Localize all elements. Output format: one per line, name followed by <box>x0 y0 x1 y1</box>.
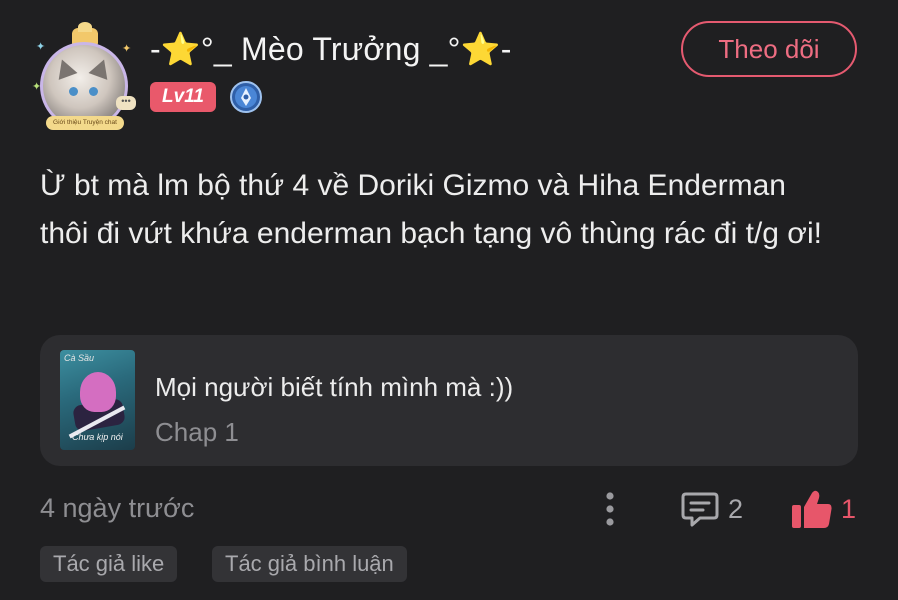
comment-icon[interactable] <box>680 490 720 528</box>
thumbnail-subtitle: Chưa kịp nói <box>72 432 123 442</box>
sparkle-icon: ✦ <box>36 41 46 53</box>
verified-badge-icon <box>230 81 262 113</box>
thumbs-up-icon[interactable] <box>790 488 834 530</box>
comment-text: Ừ bt mà lm bộ thứ 4 về Doriki Gizmo và H… <box>40 169 822 250</box>
chapter-subtitle: Chap 1 <box>155 417 239 447</box>
chapter-card[interactable]: Cà Sầu Chưa kịp nói Mọi người biết tính … <box>40 335 858 466</box>
reply-count: 2 <box>728 494 744 524</box>
level-badge: Lv11 <box>150 82 216 112</box>
like-count: 1 <box>841 494 857 524</box>
chat-bubble-icon: ••• <box>116 96 136 110</box>
username[interactable]: -⭐°_ Mèo Trưởng _°⭐- <box>150 30 512 68</box>
chapter-title: Mọi người biết tính mình mà :)) <box>155 372 514 402</box>
avatar-frame-label: Giới thiệu Truyện chat <box>46 116 124 130</box>
more-vertical-icon[interactable] <box>596 490 624 528</box>
thumbnail-title: Cà Sầu <box>64 353 95 363</box>
chapter-thumbnail: Cà Sầu Chưa kịp nói <box>60 350 135 450</box>
avatar[interactable]: ✦ ✦ ✦ ••• Giới thiệu Truyện chat <box>32 22 136 132</box>
sparkle-icon: ✦ <box>122 43 132 55</box>
tag-author-like: Tác giả like <box>40 546 178 582</box>
follow-button[interactable]: Theo dõi <box>681 21 857 77</box>
timestamp: 4 ngày trước <box>40 493 195 523</box>
tag-author-comment: Tác giả bình luận <box>212 546 407 582</box>
